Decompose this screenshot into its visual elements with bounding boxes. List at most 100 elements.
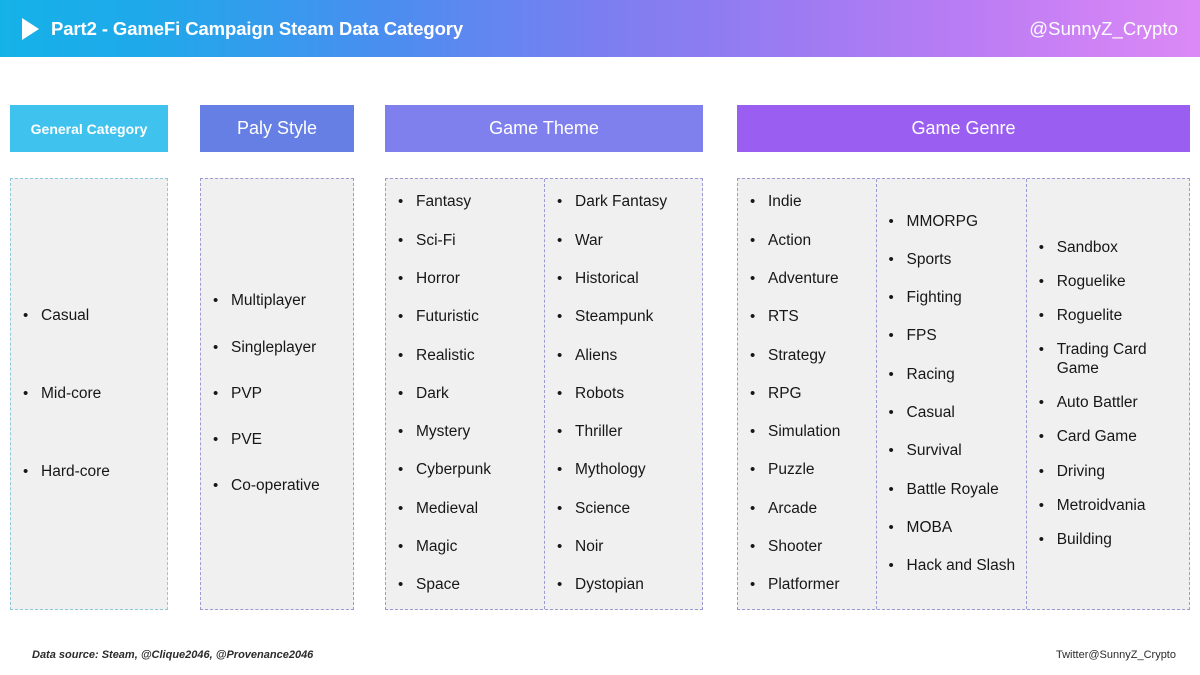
list-item-label: Thriller (575, 423, 623, 441)
list-item[interactable]: • Racing (877, 366, 1026, 384)
category-chip-play-style[interactable]: Paly Style (200, 105, 354, 152)
bullet-icon: • (750, 576, 756, 594)
list-item[interactable]: • Simulation (738, 423, 876, 441)
bullet-icon: • (557, 231, 563, 249)
list-item[interactable]: • Arcade (738, 500, 876, 518)
list-item[interactable]: • Steampunk (545, 308, 702, 326)
list-item[interactable]: • Dystopian (545, 576, 702, 594)
list-item[interactable]: • Action (738, 232, 876, 250)
list-item[interactable]: • Science (545, 500, 702, 518)
list-item[interactable]: • PVE (201, 431, 353, 449)
list-item[interactable]: • MMORPG (877, 213, 1026, 231)
category-chip-game-theme[interactable]: Game Theme (385, 105, 703, 152)
list-item[interactable]: • Sports (877, 251, 1026, 269)
list-item[interactable]: • Historical (545, 270, 702, 288)
list-item[interactable]: • Puzzle (738, 461, 876, 479)
list-item[interactable]: • Fighting (877, 289, 1026, 307)
list-item[interactable]: • Fantasy (386, 193, 544, 211)
list-item-label: PVP (231, 384, 263, 402)
list-item[interactable]: • Survival (877, 442, 1026, 460)
list-item[interactable]: • Mythology (545, 461, 702, 479)
list-item[interactable]: • MOBA (877, 519, 1026, 537)
list-item[interactable]: • Casual (877, 404, 1026, 422)
list-item[interactable]: • Mid-core (11, 385, 167, 403)
bullet-icon: • (398, 423, 404, 441)
list-item[interactable]: • Singleplayer (201, 339, 353, 357)
bullet-icon: • (750, 499, 756, 517)
list-item[interactable]: • Co-operative (201, 477, 353, 495)
list-item-label: Metroidvania (1056, 496, 1146, 514)
bullet-icon: • (398, 461, 404, 479)
list-item[interactable]: • Shooter (738, 538, 876, 556)
list-item[interactable]: • Roguelite (1027, 307, 1189, 325)
list-item[interactable]: • Adventure (738, 270, 876, 288)
list-item[interactable]: • Aliens (545, 347, 702, 365)
list-item[interactable]: • PVP (201, 385, 353, 403)
bullet-icon: • (23, 463, 29, 481)
category-chip-game-genre[interactable]: Game Genre (737, 105, 1190, 152)
list-item[interactable]: • Mystery (386, 423, 544, 441)
list-item-label: PVE (231, 431, 263, 449)
list-item-label: Strategy (768, 346, 826, 364)
bullet-icon: • (750, 231, 756, 249)
bullet-icon: • (23, 306, 29, 324)
list-item[interactable]: • Robots (545, 385, 702, 403)
list-item[interactable]: • Auto Battler (1027, 394, 1189, 412)
list-item-label: Casual (41, 306, 90, 324)
list-item[interactable]: • RTS (738, 308, 876, 326)
list-item[interactable]: • Battle Royale (877, 481, 1026, 499)
list-item-label: Fighting (906, 289, 962, 307)
list-item[interactable]: • RPG (738, 385, 876, 403)
panel-general-category: • Casual • Mid-core • Hard-core (10, 178, 168, 610)
list-item[interactable]: • Dark (386, 385, 544, 403)
list-item-label: Sandbox (1056, 238, 1118, 256)
list-item[interactable]: • Medieval (386, 500, 544, 518)
list-item[interactable]: • Hack and Slash (877, 557, 1026, 575)
list-item[interactable]: • Sandbox (1027, 239, 1189, 257)
list-item[interactable]: • Card Game (1027, 428, 1189, 446)
bullet-icon: • (398, 384, 404, 402)
list-item-label: Dystopian (575, 576, 644, 594)
list-item[interactable]: • War (545, 232, 702, 250)
list-item[interactable]: • FPS (877, 327, 1026, 345)
list-item[interactable]: • Indie (738, 193, 876, 211)
list-item[interactable]: • Noir (545, 538, 702, 556)
list-item[interactable]: • Futuristic (386, 308, 544, 326)
bullet-icon: • (213, 431, 219, 449)
category-chip-general[interactable]: General Category (10, 105, 168, 152)
list-item-label: Space (416, 576, 460, 594)
list-item-label: Science (575, 499, 631, 517)
list-item-label: Platformer (768, 576, 840, 594)
list-item[interactable]: • Space (386, 576, 544, 594)
bullet-icon: • (557, 461, 563, 479)
list-item[interactable]: • Hard-core (11, 463, 167, 481)
list-item[interactable]: • Thriller (545, 423, 702, 441)
list-item[interactable]: • Trading Card Game (1027, 341, 1189, 378)
panel-play-style: • Multiplayer • Singleplayer • PVP • PVE • Co-ope… (200, 178, 354, 610)
list-item[interactable]: • Driving (1027, 463, 1189, 481)
list-item[interactable]: • Realistic (386, 347, 544, 365)
bullet-icon: • (1038, 341, 1044, 359)
list-item[interactable]: • Strategy (738, 347, 876, 365)
list-item[interactable]: • Building (1027, 531, 1189, 549)
list-item-label: Puzzle (768, 461, 815, 479)
header-left-group: Part2 - GameFi Campaign Steam Data Categ… (18, 17, 463, 40)
list-item[interactable]: • Dark Fantasy (545, 193, 702, 211)
list-item[interactable]: • Horror (386, 270, 544, 288)
list-item[interactable]: • Multiplayer (201, 292, 353, 310)
list-item[interactable]: • Sci-Fi (386, 232, 544, 250)
list-item[interactable]: • Roguelike (1027, 273, 1189, 291)
list-item[interactable]: • Cyberpunk (386, 461, 544, 479)
list-item[interactable]: • Casual (11, 307, 167, 325)
list-item[interactable]: • Platformer (738, 576, 876, 594)
bullet-icon: • (888, 250, 894, 268)
bullet-icon: • (888, 518, 894, 536)
list-item-label: RPG (768, 384, 802, 402)
list-item-label: Realistic (416, 346, 475, 364)
bullet-icon: • (398, 537, 404, 555)
list-item-label: Trading Card Game (1056, 341, 1147, 377)
list-item[interactable]: • Magic (386, 538, 544, 556)
bullet-icon: • (888, 327, 894, 345)
list-item[interactable]: • Metroidvania (1027, 497, 1189, 515)
bullet-icon: • (213, 292, 219, 310)
